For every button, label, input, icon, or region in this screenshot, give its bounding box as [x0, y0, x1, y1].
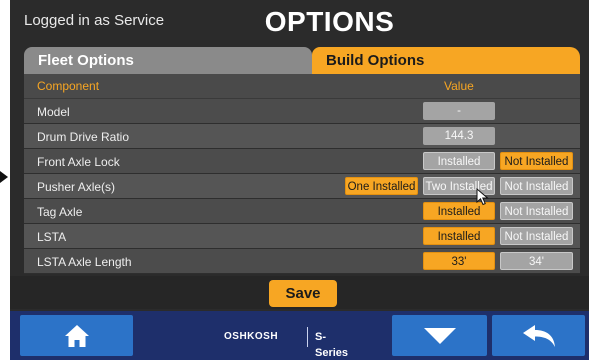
row-label: Model: [37, 105, 70, 119]
table-header: Component Value: [24, 74, 580, 99]
column-header-component: Component: [37, 79, 100, 93]
row-label: Pusher Axle(s): [37, 180, 116, 194]
header: Logged in as Service OPTIONS: [10, 0, 589, 46]
table-row-lsta-axle-length: LSTA Axle Length 33' 34': [24, 249, 580, 274]
pusher-axle-not-installed-button[interactable]: Not Installed: [500, 177, 573, 195]
tab-fleet-options[interactable]: Fleet Options: [24, 47, 312, 74]
column-header-value: Value: [444, 79, 474, 93]
oshkosh-logo: OSHKOSH: [224, 331, 279, 342]
front-axle-lock-not-installed-button[interactable]: Not Installed: [500, 152, 573, 170]
tab-bar: Fleet Options Build Options: [24, 47, 580, 74]
page-title: OPTIONS: [264, 6, 395, 37]
home-button[interactable]: [20, 315, 133, 356]
pointer-marker: [0, 171, 8, 183]
model-value: -: [423, 102, 495, 120]
back-button[interactable]: [492, 315, 585, 356]
table-row-pusher-axles: Pusher Axle(s) One Installed Two Install…: [24, 174, 580, 199]
options-table: Component Value Model - Drum Drive Ratio…: [24, 74, 580, 274]
drum-drive-ratio-value: 144.3: [423, 127, 495, 145]
table-row-front-axle-lock: Front Axle Lock Installed Not Installed: [24, 149, 580, 174]
lsta-length-33-button[interactable]: 33': [423, 252, 495, 270]
table-row-lsta: LSTA Installed Not Installed: [24, 224, 580, 249]
home-icon: [64, 324, 89, 347]
lsta-not-installed-button[interactable]: Not Installed: [500, 227, 573, 245]
back-arrow-icon: [522, 324, 555, 347]
lsta-length-34-button[interactable]: 34': [500, 252, 573, 270]
row-label: LSTA Axle Length: [37, 255, 132, 269]
chevron-down-icon: [423, 327, 456, 344]
row-label: Front Axle Lock: [37, 155, 120, 169]
scroll-down-button[interactable]: [392, 315, 487, 356]
table-row-model: Model -: [24, 99, 580, 124]
row-label: Drum Drive Ratio: [37, 130, 130, 144]
table-row-drum-drive-ratio: Drum Drive Ratio 144.3: [24, 124, 580, 149]
tag-axle-not-installed-button[interactable]: Not Installed: [500, 202, 573, 220]
row-label: LSTA: [37, 230, 67, 244]
row-label: Tag Axle: [37, 205, 83, 219]
front-axle-lock-installed-button[interactable]: Installed: [423, 152, 495, 170]
pusher-axle-one-installed-button[interactable]: One Installed: [345, 177, 418, 195]
bottom-nav-bar: OSHKOSH S-Series: [10, 311, 589, 360]
save-button[interactable]: Save: [269, 280, 337, 307]
mouse-cursor-icon: [476, 188, 489, 206]
lsta-installed-button[interactable]: Installed: [423, 227, 495, 245]
brand-series-label: S-Series: [315, 331, 349, 359]
table-row-tag-axle: Tag Axle Installed Not Installed: [24, 199, 580, 224]
brand-divider: [307, 327, 308, 347]
tab-build-options[interactable]: Build Options: [312, 47, 580, 74]
options-screen: Logged in as Service OPTIONS Fleet Optio…: [10, 0, 589, 360]
